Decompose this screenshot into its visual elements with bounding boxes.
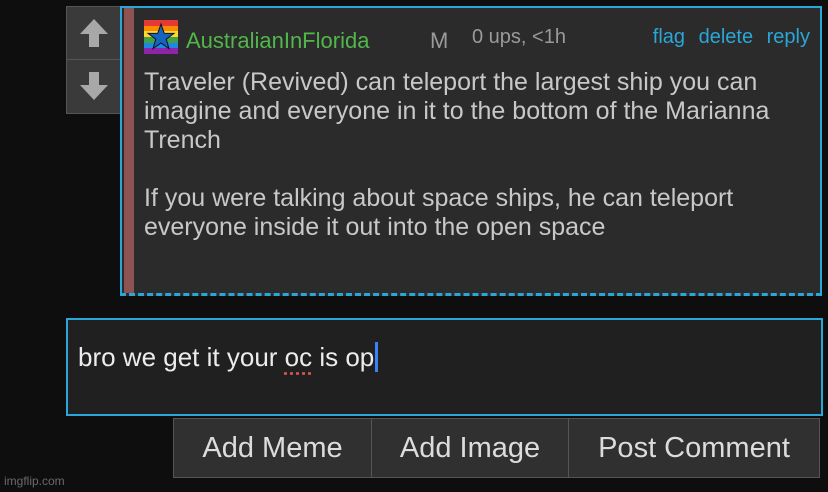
delete-link[interactable]: delete bbox=[699, 26, 754, 48]
username-link[interactable]: AustralianInFlorida bbox=[186, 28, 369, 54]
reply-button-group: Add Meme Add Image Post Comment bbox=[173, 418, 820, 478]
comment: AustralianInFlorida M 0 ups, <1h flag de… bbox=[120, 6, 822, 296]
reply-text: bro we get it your oc is op bbox=[78, 342, 379, 373]
upvote-button[interactable] bbox=[67, 7, 121, 60]
arrow-up-icon bbox=[80, 19, 108, 47]
add-meme-button[interactable]: Add Meme bbox=[174, 419, 372, 477]
comment-paragraph: Traveler (Revived) can teleport the larg… bbox=[144, 68, 770, 154]
flag-link[interactable]: flag bbox=[653, 26, 685, 48]
text-caret bbox=[375, 342, 379, 372]
comment-meta: 0 ups, <1h bbox=[472, 26, 566, 48]
watermark: imgflip.com bbox=[4, 474, 65, 488]
comment-depth-bar bbox=[124, 8, 134, 293]
rainbow-star-flag-icon bbox=[144, 20, 178, 54]
add-image-button[interactable]: Add Image bbox=[372, 419, 569, 477]
comment-actions: flag delete reply bbox=[645, 26, 810, 49]
mod-badge: M bbox=[430, 28, 449, 53]
reply-link[interactable]: reply bbox=[767, 26, 810, 48]
comment-body: Traveler (Revived) can teleport the larg… bbox=[144, 68, 804, 271]
vote-column bbox=[66, 6, 122, 114]
downvote-button[interactable] bbox=[67, 60, 121, 112]
reply-text-part: bro we get it your bbox=[78, 342, 285, 372]
comment-header: AustralianInFlorida M 0 ups, <1h flag de… bbox=[144, 14, 812, 54]
arrow-down-icon bbox=[80, 72, 108, 100]
reply-text-part: is op bbox=[312, 342, 375, 372]
comment-paragraph: If you were talking about space ships, h… bbox=[144, 184, 734, 241]
misspelled-word: oc bbox=[284, 342, 313, 372]
post-comment-button[interactable]: Post Comment bbox=[569, 419, 819, 477]
reply-textarea[interactable]: bro we get it your oc is op bbox=[66, 318, 823, 416]
